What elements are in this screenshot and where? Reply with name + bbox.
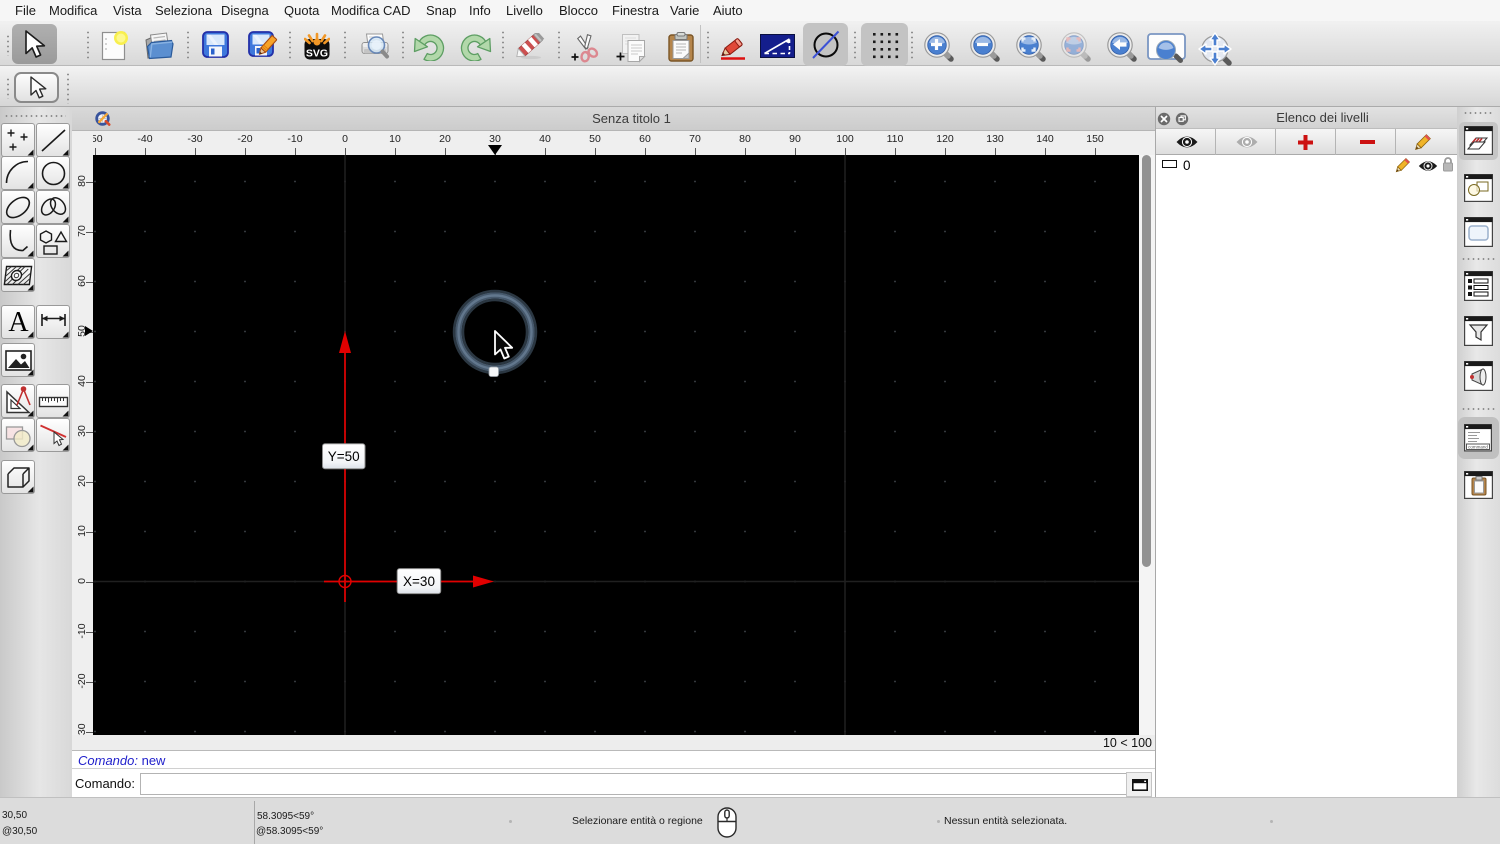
svg-text:Y=50: Y=50 <box>328 449 360 464</box>
svg-text:X=30: X=30 <box>403 574 435 589</box>
svg-text:SVG: SVG <box>306 48 328 60</box>
svg-text:A: A <box>8 307 29 338</box>
svg-text:command: command <box>1468 445 1488 450</box>
